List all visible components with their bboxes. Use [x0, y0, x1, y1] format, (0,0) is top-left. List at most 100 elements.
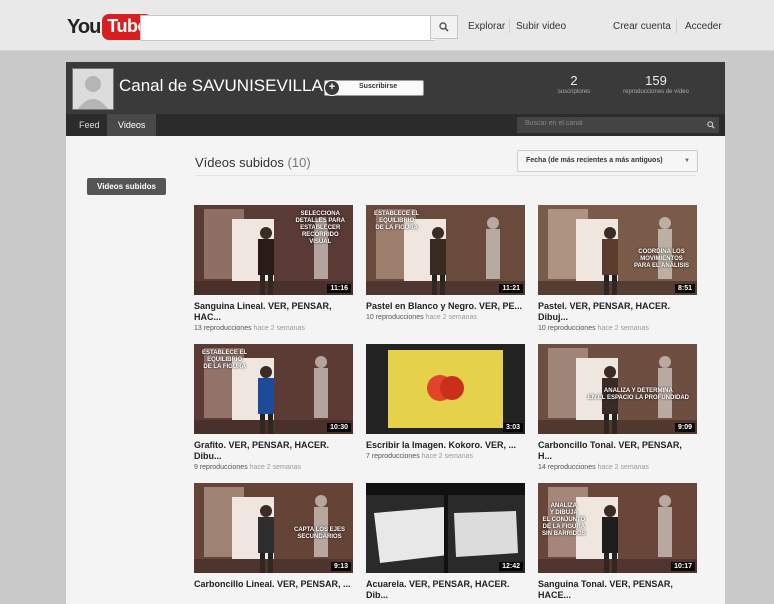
- video-tile[interactable]: ESTABLECE EL EQUILIBRIO DE LA FIGURA 11:21 P…: [366, 205, 525, 321]
- video-title[interactable]: Carboncillo Lineal. VER, PENSAR, ...: [194, 579, 353, 590]
- video-tile[interactable]: 3:03 Escribir la Imagen. Kokoro. VER, ...…: [366, 344, 525, 460]
- video-title[interactable]: Grafito. VER, PENSAR, HACER. Dibu...: [194, 440, 353, 462]
- video-duration: 9:09: [674, 423, 695, 432]
- thumbnail-caption: COORDINA LOS MOVIMIENTOS PARA EL ANÁLISIS: [634, 249, 689, 270]
- video-title[interactable]: Pastel. VER, PENSAR, HACER. Dibuj...: [538, 301, 697, 323]
- sort-label: Fecha (de más recientes a más antiguos): [526, 157, 663, 164]
- thumbnail-caption-line: ESTABLECE EL: [202, 350, 248, 356]
- video-title[interactable]: Sanguina Tonal. VER, PENSAR, HACE...: [538, 579, 697, 601]
- video-views: 10 reproducciones: [366, 314, 424, 321]
- video-meta: 10 reproducciones hace 2 semanas: [538, 325, 697, 332]
- logo-you-text: You: [67, 15, 101, 38]
- thumbnail-caption-line: CAPTA LOS EJES: [293, 527, 345, 533]
- channel-search-placeholder: Buscar en el canal: [525, 120, 583, 127]
- video-upload-age: hace 2 semanas: [421, 453, 474, 460]
- video-title[interactable]: Escribir la Imagen. Kokoro. VER, ...: [366, 440, 525, 451]
- thumbnail-caption-line: RECORRIDO: [301, 232, 339, 238]
- video-thumbnail[interactable]: 3:03: [366, 344, 525, 434]
- video-views: 14 reproducciones: [538, 464, 596, 471]
- video-thumbnail[interactable]: SELECCIONA DETALLES PARA ESTABLECER RECORRI…: [194, 205, 353, 295]
- video-tile[interactable]: ANALIZA Y DETERMINA EN EL ESPACIO LA PROF…: [538, 344, 697, 471]
- video-title[interactable]: Sanguina Lineal. VER, PENSAR, HAC...: [194, 301, 353, 323]
- video-thumbnail[interactable]: CAPTA LOS EJES SECUNDARIOS 9:13: [194, 483, 353, 573]
- channel-nav: Feed Videos Buscar en el canal: [66, 114, 725, 136]
- video-title[interactable]: Acuarela. VER, PENSAR, HACER. Dib...: [366, 579, 525, 601]
- video-meta: 14 reproducciones hace 2 semanas: [538, 464, 697, 471]
- thumbnail-caption-line: DE LA FIGURA: [203, 364, 246, 370]
- separator: [509, 19, 510, 33]
- thumbnail-caption-line: SELECCIONA: [300, 211, 340, 217]
- thumbnail-caption-line: MOVIMIENTOS: [640, 256, 683, 262]
- video-title[interactable]: Pastel en Blanco y Negro. VER, PE...: [366, 301, 525, 312]
- video-title[interactable]: Carboncillo Tonal. VER, PENSAR, H...: [538, 440, 697, 462]
- thumbnail-caption: ANALIZA Y DIBUJA EL CONJUNTO DE LA FIGURA SI…: [542, 503, 586, 538]
- video-thumbnail[interactable]: COORDINA LOS MOVIMIENTOS PARA EL ANÁLISIS 8…: [538, 205, 697, 295]
- create-account-link[interactable]: Crear cuenta: [613, 21, 671, 32]
- thumbnail-caption: CAPTA LOS EJES SECUNDARIOS: [294, 527, 345, 541]
- thumbnail-caption: ESTABLECE EL EQUILIBRIO DE LA FIGURA: [374, 211, 419, 232]
- thumbnail-caption: SELECCIONA DETALLES PARA ESTABLECER RECORRI…: [296, 211, 345, 246]
- thumbnail-caption-line: ESTABLECER: [300, 225, 341, 231]
- video-tile[interactable]: 12:42 Acuarela. VER, PENSAR, HACER. Dib..…: [366, 483, 525, 601]
- video-duration: 10:17: [671, 562, 695, 571]
- thumbnail-caption: ESTABLECE EL EQUILIBRIO DE LA FIGURA: [202, 350, 247, 371]
- explore-link[interactable]: Explorar: [468, 21, 505, 32]
- video-upload-age: hace 2 semanas: [597, 464, 649, 471]
- video-duration: 3:03: [502, 423, 523, 432]
- video-tile[interactable]: ESTABLECE EL EQUILIBRIO DE LA FIGURA 10:30 G…: [194, 344, 353, 471]
- video-tile[interactable]: SELECCIONA DETALLES PARA ESTABLECER RECORRI…: [194, 205, 353, 332]
- video-upload-age: hace 2 semanas: [253, 325, 305, 332]
- channel-avatar[interactable]: [72, 68, 114, 110]
- search-button[interactable]: [430, 15, 458, 39]
- video-tile[interactable]: CAPTA LOS EJES SECUNDARIOS 9:13 Carboncillo…: [194, 483, 353, 590]
- search-icon: [439, 22, 449, 32]
- thumbnail-caption-line: SECUNDARIOS: [297, 534, 342, 540]
- tab-videos[interactable]: Videos: [107, 114, 157, 136]
- video-duration: 11:21: [499, 284, 523, 293]
- search-input[interactable]: [140, 15, 435, 41]
- video-thumbnail[interactable]: ANALIZA Y DETERMINA EN EL ESPACIO LA PROF…: [538, 344, 697, 434]
- video-duration: 12:42: [499, 562, 523, 571]
- upload-link[interactable]: Subir video: [516, 21, 566, 32]
- channel-header: Canal de SAVUNISEVILLA + Suscribirse 2 s…: [66, 62, 725, 114]
- video-thumbnail[interactable]: ESTABLECE EL EQUILIBRIO DE LA FIGURA 10:30: [194, 344, 353, 434]
- thumbnail-caption-line: SIN BARRIDOS: [542, 531, 586, 537]
- video-duration: 11:16: [327, 284, 351, 293]
- channel-title[interactable]: Canal de SAVUNISEVILLA: [119, 76, 323, 96]
- tab-feed[interactable]: Feed: [68, 114, 111, 136]
- video-thumbnail[interactable]: 12:42: [366, 483, 525, 573]
- thumbnail-caption-line: ESTABLECE EL: [374, 211, 420, 217]
- thumbnail-caption-line: ANALIZA: [550, 503, 577, 509]
- section-count: (10): [287, 155, 311, 170]
- subscribe-button[interactable]: + Suscribirse: [324, 80, 424, 96]
- video-thumbnail[interactable]: ESTABLECE EL EQUILIBRIO DE LA FIGURA 11:21: [366, 205, 525, 295]
- plus-icon: +: [324, 80, 340, 96]
- sign-in-link[interactable]: Acceder: [685, 21, 722, 32]
- thumbnail-caption-line: Y DIBUJA: [549, 510, 578, 516]
- video-views: 7 reproducciones: [366, 453, 420, 460]
- thumbnail-caption: ANALIZA Y DETERMINA EN EL ESPACIO LA PROF…: [588, 388, 689, 402]
- video-tile[interactable]: ANALIZA Y DIBUJA EL CONJUNTO DE LA FIGURA SI…: [538, 483, 697, 601]
- thumbnail-caption-line: DE LA FIGURA: [375, 225, 418, 231]
- sort-dropdown[interactable]: Fecha (de más recientes a más antiguos) …: [517, 150, 698, 172]
- thumbnail-caption-line: EL CONJUNTO: [542, 517, 586, 523]
- thumbnail-caption-line: DETALLES PARA: [295, 218, 345, 224]
- thumbnail-image: [366, 344, 525, 434]
- section-title: Vídeos subidos (10): [195, 155, 311, 170]
- separator: [676, 19, 677, 33]
- views-stat: 159 reproducciones de vídeo: [614, 73, 698, 95]
- thumbnail-caption-line: VISUAL: [309, 239, 332, 245]
- video-thumbnail[interactable]: ANALIZA Y DIBUJA EL CONJUNTO DE LA FIGURA SI…: [538, 483, 697, 573]
- video-upload-age: hace 2 semanas: [597, 325, 649, 332]
- divider: [195, 175, 696, 176]
- video-upload-age: hace 2 semanas: [249, 464, 302, 471]
- thumbnail-caption-line: EN EL ESPACIO LA PROFUNDIDAD: [587, 395, 689, 401]
- video-duration: 8:51: [674, 284, 695, 293]
- thumbnail-caption-line: DE LA FIGURA: [542, 524, 586, 530]
- thumbnail-caption-line: ANALIZA Y DETERMINA: [603, 388, 673, 394]
- uploaded-videos-filter[interactable]: Videos subidos: [87, 178, 166, 195]
- views-label: reproducciones de vídeo: [623, 89, 689, 95]
- video-tile[interactable]: COORDINA LOS MOVIMIENTOS PARA EL ANÁLISIS 8…: [538, 205, 697, 332]
- search-icon[interactable]: [707, 121, 715, 129]
- channel-search-input[interactable]: Buscar en el canal: [517, 117, 719, 133]
